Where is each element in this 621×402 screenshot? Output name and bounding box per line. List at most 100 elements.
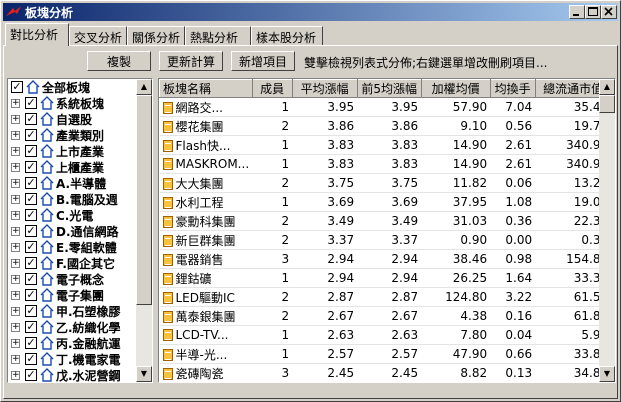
- tree-item[interactable]: + ✓ 丙.金融航運: [8, 335, 140, 351]
- tab-sample-stock-analysis[interactable]: 樣本股分析: [251, 26, 323, 45]
- tree-item[interactable]: -✓全部板塊: [8, 79, 140, 95]
- scroll-thumb[interactable]: [599, 95, 615, 113]
- table-row[interactable]: MASKROM... 1 3.83 3.83 14.90 2.61 340.91: [159, 154, 612, 174]
- table-row[interactable]: 水利工程 1 3.69 3.69 37.95 1.08 19.03: [159, 192, 612, 212]
- sector-table[interactable]: 板塊名稱 成員 平均漲幅 前5均漲幅 加權均價 均換手 總流通市值 網路交...…: [158, 78, 616, 383]
- tree-item[interactable]: + ✓ 乙.紡織化學: [8, 319, 140, 335]
- scroll-down-icon[interactable]: ▼: [136, 366, 152, 382]
- table-row[interactable]: 新巨群集團 2 3.37 3.37 0.90 0.00 0.35: [159, 230, 612, 250]
- tree-item[interactable]: + ✓ 甲.石塑橡膠: [8, 303, 140, 319]
- expand-icon[interactable]: +: [11, 163, 20, 172]
- checkbox-icon[interactable]: ✓: [25, 353, 37, 365]
- scroll-thumb[interactable]: [136, 95, 152, 305]
- table-row[interactable]: 電器銷售 3 2.94 2.94 38.46 0.98 154.84: [159, 249, 612, 269]
- expand-icon[interactable]: +: [11, 291, 20, 300]
- table-row[interactable]: 鋰鈷礦 1 2.94 2.94 26.25 1.64 33.37: [159, 268, 612, 288]
- table-vertical-scrollbar[interactable]: ▲ ▼: [599, 79, 615, 382]
- table-row[interactable]: 萬泰銀集團 2 2.67 2.67 4.38 0.16 61.86: [159, 306, 612, 326]
- checkbox-icon[interactable]: ✓: [25, 305, 37, 317]
- checkbox-icon[interactable]: ✓: [11, 81, 23, 93]
- checkbox-icon[interactable]: ✓: [25, 161, 37, 173]
- table-row[interactable]: 半導-光... 1 2.57 2.57 47.90 0.66 33.81: [159, 344, 612, 364]
- tab-relation-analysis[interactable]: 關係分析: [127, 26, 185, 45]
- sector-tree[interactable]: -✓全部板塊+✓系統板塊+✓自選股+✓產業類別+✓上市產業+✓上櫃產業+✓A.半…: [7, 78, 153, 383]
- table-row[interactable]: EPROM可...22.412.4110.331.53748.13: [160, 383, 612, 384]
- tree-item[interactable]: + ✓ A.半導體: [8, 175, 140, 191]
- copy-button[interactable]: 複製: [87, 51, 151, 71]
- expand-icon[interactable]: +: [11, 307, 20, 316]
- tree-item[interactable]: + ✓ 上櫃產業: [8, 159, 140, 175]
- column-header-avg-change[interactable]: 平均漲幅: [291, 79, 358, 98]
- expand-icon[interactable]: +: [11, 243, 20, 252]
- checkbox-icon[interactable]: ✓: [25, 225, 37, 237]
- recalculate-button[interactable]: 更新計算: [159, 51, 223, 71]
- expand-icon[interactable]: +: [11, 131, 20, 140]
- checkbox-icon[interactable]: ✓: [25, 369, 37, 381]
- expand-icon[interactable]: +: [11, 227, 20, 236]
- table-row[interactable]: LED驅動IC 2 2.87 2.87 124.80 3.22 61.50: [159, 287, 612, 307]
- expand-icon[interactable]: +: [11, 99, 20, 108]
- expand-icon[interactable]: +: [11, 179, 20, 188]
- tree-item[interactable]: + ✓ 產業類別: [8, 127, 140, 143]
- column-header-top5-avg-change[interactable]: 前5均漲幅: [356, 79, 422, 98]
- tab-hotspot-analysis[interactable]: 熱點分析: [185, 26, 251, 45]
- scroll-up-icon[interactable]: ▲: [599, 79, 615, 95]
- expand-icon[interactable]: +: [11, 147, 20, 156]
- table-row[interactable]: 網路交... 1 3.95 3.95 57.90 7.04 35.49: [159, 97, 612, 117]
- checkbox-icon[interactable]: ✓: [25, 241, 37, 253]
- checkbox-icon[interactable]: ✓: [25, 145, 37, 157]
- minimize-button[interactable]: [569, 5, 585, 19]
- tree-item[interactable]: + ✓ 上市產業: [8, 143, 140, 159]
- tree-item[interactable]: + ✓ 丁.機電家電: [8, 351, 140, 367]
- title-bar[interactable]: 板塊分析: [3, 3, 618, 21]
- tree-item[interactable]: + ✓ 戊.水泥營鋼: [8, 367, 140, 382]
- tree-item[interactable]: + ✓ 電子集團: [8, 287, 140, 303]
- maximize-button[interactable]: [585, 5, 601, 19]
- expand-icon[interactable]: +: [11, 323, 20, 332]
- tree-item[interactable]: + ✓ 系統板塊: [8, 95, 140, 111]
- scroll-up-icon[interactable]: ▲: [136, 79, 152, 95]
- checkbox-icon[interactable]: ✓: [25, 289, 37, 301]
- tree-item[interactable]: + ✓ C.光電: [8, 207, 140, 223]
- expand-icon[interactable]: +: [11, 195, 20, 204]
- expand-icon[interactable]: +: [11, 115, 20, 124]
- scroll-down-icon[interactable]: ▼: [599, 366, 615, 382]
- expand-icon[interactable]: +: [11, 211, 20, 220]
- tab-cross-analysis[interactable]: 交叉分析: [69, 26, 127, 45]
- table-row[interactable]: 瓷磚陶瓷 3 2.45 2.45 8.82 0.13 34.85: [159, 363, 612, 382]
- column-header-sector-name[interactable]: 板塊名稱: [159, 79, 253, 98]
- tree-item[interactable]: + ✓ 自選股: [8, 111, 140, 127]
- expand-icon[interactable]: +: [11, 275, 20, 284]
- checkbox-icon[interactable]: ✓: [25, 321, 37, 333]
- tree-item[interactable]: + ✓ B.電腦及週: [8, 191, 140, 207]
- checkbox-icon[interactable]: ✓: [25, 209, 37, 221]
- table-row[interactable]: Flash快... 1 3.83 3.83 14.90 2.61 340.91: [159, 135, 612, 155]
- column-header-avg-turnover[interactable]: 均換手: [489, 79, 536, 98]
- add-item-button[interactable]: 新增項目: [231, 51, 295, 71]
- expand-icon[interactable]: +: [11, 355, 20, 364]
- checkbox-icon[interactable]: ✓: [25, 257, 37, 269]
- table-row[interactable]: 大大集團 2 3.75 3.75 11.82 0.06 13.23: [159, 173, 612, 193]
- checkbox-icon[interactable]: ✓: [25, 193, 37, 205]
- tree-item[interactable]: + ✓ E.零組軟體: [8, 239, 140, 255]
- table-row[interactable]: 豪勳科集團 2 3.49 3.49 31.03 0.36 22.32: [159, 211, 612, 231]
- table-row[interactable]: 櫻花集團 2 3.86 3.86 9.10 0.56 19.78: [159, 116, 612, 136]
- tree-item[interactable]: + ✓ F.國企其它: [8, 255, 140, 271]
- expand-icon[interactable]: +: [11, 259, 20, 268]
- expand-icon[interactable]: +: [11, 371, 20, 380]
- close-button[interactable]: [601, 5, 617, 19]
- tab-compare-analysis[interactable]: 對比分析: [5, 23, 69, 46]
- table-row[interactable]: LCD-TV... 1 2.63 2.63 7.80 0.04 5.93: [159, 325, 612, 345]
- column-header-weighted-avg-price[interactable]: 加權均價: [420, 79, 491, 98]
- checkbox-icon[interactable]: ✓: [25, 113, 37, 125]
- tree-vertical-scrollbar[interactable]: ▲ ▼: [136, 79, 152, 382]
- checkbox-icon[interactable]: ✓: [25, 273, 37, 285]
- tree-item[interactable]: + ✓ D.通信網路: [8, 223, 140, 239]
- checkbox-icon[interactable]: ✓: [25, 97, 37, 109]
- tree-item[interactable]: + ✓ 電子概念: [8, 271, 140, 287]
- checkbox-icon[interactable]: ✓: [25, 129, 37, 141]
- checkbox-icon[interactable]: ✓: [25, 337, 37, 349]
- column-header-members[interactable]: 成員: [251, 79, 293, 98]
- checkbox-icon[interactable]: ✓: [25, 177, 37, 189]
- expand-icon[interactable]: +: [11, 339, 20, 348]
